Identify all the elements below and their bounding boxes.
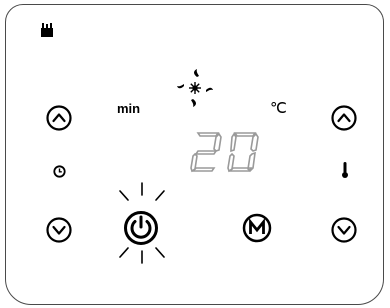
power-button[interactable] [123,210,159,246]
down-arrow-icon [46,217,72,243]
temperature-down-button[interactable] [330,216,358,244]
power-icon [124,211,158,245]
clock-icon [53,165,66,178]
control-panel: min ℃ 20 [5,4,384,305]
fan-icon [177,69,213,107]
timer-down-button[interactable] [45,216,73,244]
down-arrow-icon [331,217,357,243]
timer-up-button[interactable] [45,104,73,132]
temperature-display: 20 [190,132,259,173]
temperature-unit-label: ℃ [270,100,287,117]
up-arrow-icon [46,105,72,131]
mode-m-icon [242,213,272,243]
temperature-up-button[interactable] [330,104,358,132]
mode-button[interactable] [242,213,272,243]
heater-mode-icon [41,23,53,37]
thermometer-icon [342,162,348,178]
up-arrow-icon [331,105,357,131]
timer-unit-label: min [117,101,141,116]
